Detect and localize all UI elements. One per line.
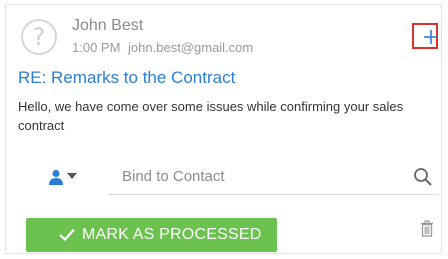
sender-name: John Best bbox=[72, 17, 144, 34]
email-time: 1:00 PM bbox=[72, 40, 121, 55]
email-body-preview: Hello, we have come over some issues whi… bbox=[18, 99, 404, 133]
question-mark-icon: ? bbox=[21, 19, 57, 55]
contact-lookup-field bbox=[108, 159, 439, 195]
bind-contact-input[interactable] bbox=[108, 159, 402, 193]
plus-icon bbox=[424, 30, 438, 44]
mark-as-processed-button[interactable]: MARK AS PROCESSED bbox=[26, 218, 277, 252]
email-subject-link[interactable]: RE: Remarks to the Contract bbox=[18, 68, 235, 88]
chevron-down-icon bbox=[67, 173, 77, 179]
trash-icon[interactable] bbox=[420, 220, 434, 237]
contact-type-dropdown[interactable] bbox=[48, 169, 88, 187]
add-button[interactable] bbox=[412, 23, 438, 49]
email-card: ? John Best 1:00 PM john.best@gmail.com … bbox=[5, 4, 442, 254]
person-icon bbox=[49, 170, 63, 185]
mark-as-processed-label: MARK AS PROCESSED bbox=[82, 226, 262, 243]
bind-contact-row bbox=[18, 159, 439, 195]
search-icon[interactable] bbox=[413, 167, 433, 187]
checkmark-icon bbox=[59, 228, 75, 241]
email-meta: 1:00 PM john.best@gmail.com bbox=[72, 40, 253, 55]
sender-email: john.best@gmail.com bbox=[128, 40, 254, 55]
